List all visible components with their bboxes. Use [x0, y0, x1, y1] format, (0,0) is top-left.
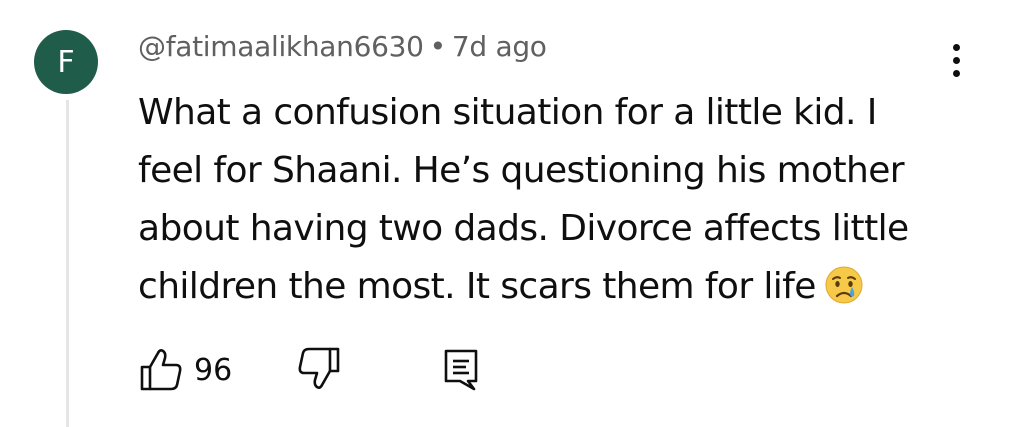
author-handle[interactable]: @fatimaalikhan6630: [138, 30, 424, 63]
comment-timestamp[interactable]: 7d ago: [452, 30, 547, 63]
comment-text-content: What a confusion situation for a little …: [138, 92, 909, 307]
meta-separator: •: [429, 30, 447, 63]
crying-face-emoji-icon: [825, 266, 863, 304]
thumbs-up-icon[interactable]: [138, 345, 184, 393]
comment-meta: @fatimaalikhan6630 • 7d ago: [138, 30, 547, 63]
avatar[interactable]: F: [34, 30, 98, 94]
reply-comment-icon[interactable]: [438, 345, 484, 393]
avatar-letter: F: [57, 44, 75, 80]
more-vertical-icon: [952, 43, 960, 51]
comment-text: What a confusion situation for a little …: [138, 84, 938, 316]
more-options-button[interactable]: [938, 38, 974, 82]
thread-line: [66, 100, 69, 427]
thumbs-down-icon[interactable]: [296, 345, 342, 393]
like-count: 96: [194, 353, 233, 388]
